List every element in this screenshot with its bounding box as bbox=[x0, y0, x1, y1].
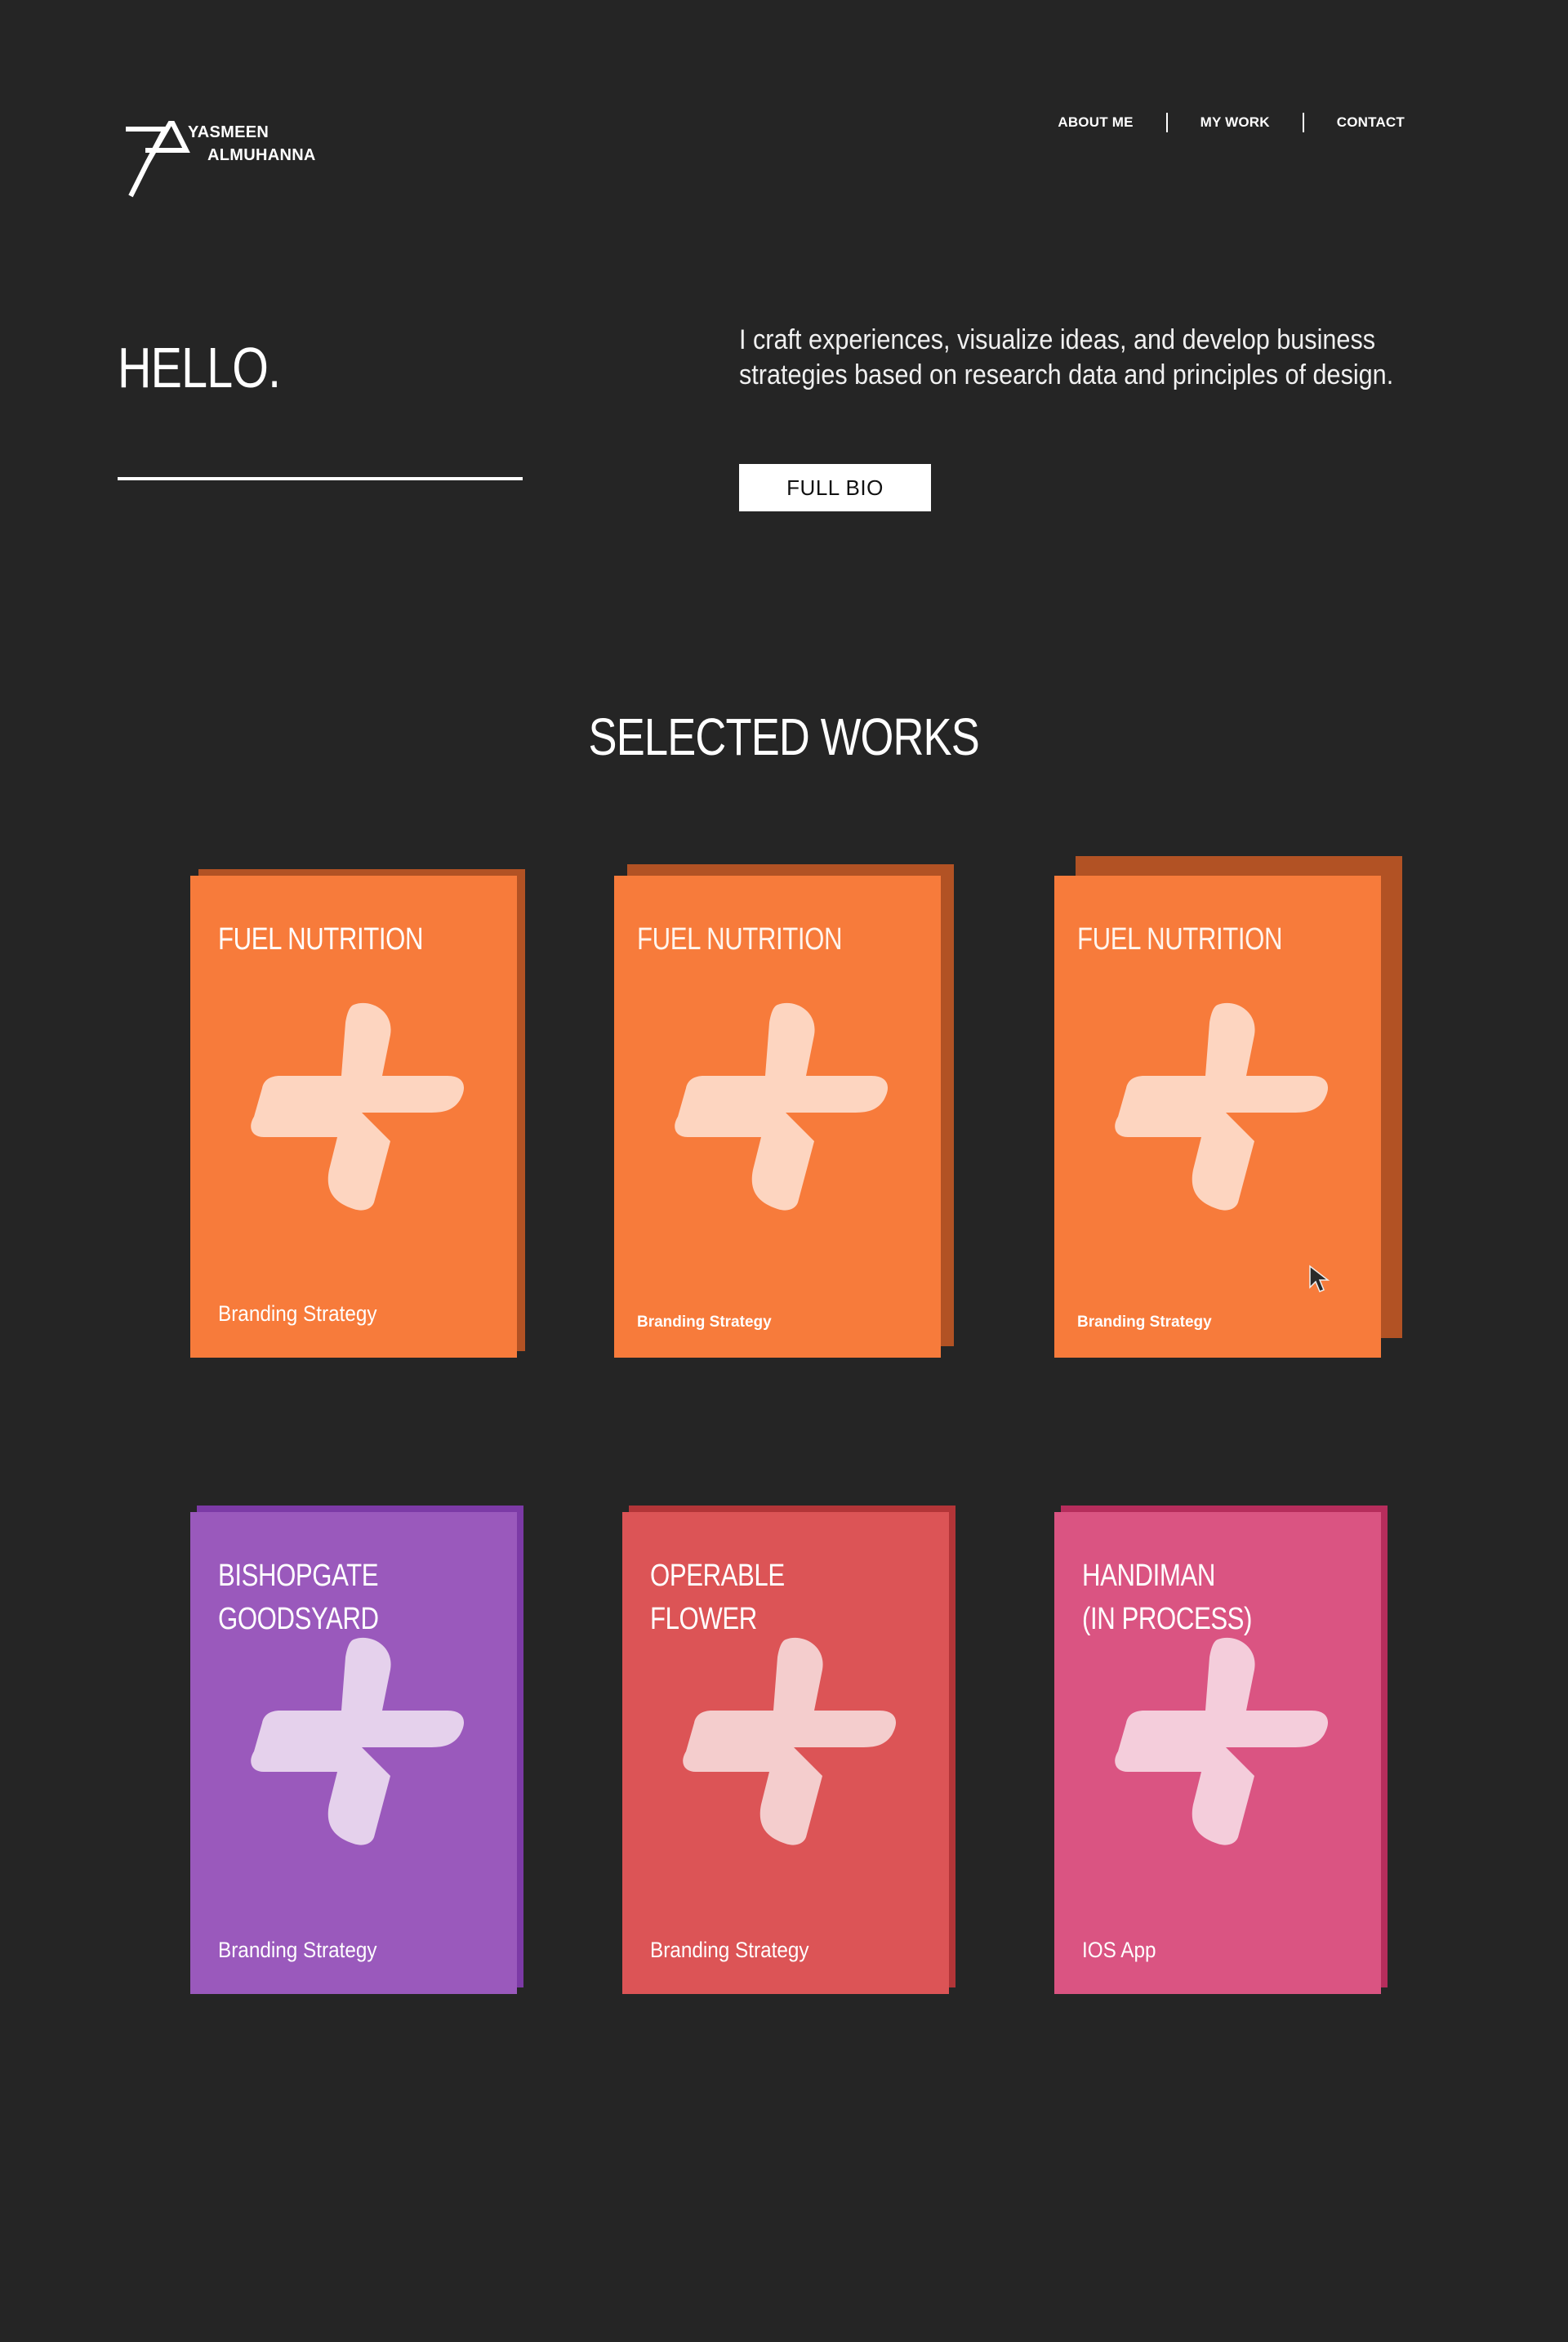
hero-divider bbox=[118, 477, 523, 480]
mouse-cursor-icon bbox=[1309, 1265, 1330, 1292]
section-title: SELECTED WORKS bbox=[0, 707, 1568, 767]
nav-contact[interactable]: CONTACT bbox=[1304, 113, 1405, 132]
logo-first-name: YASMEEN bbox=[188, 123, 270, 141]
hero-greeting: HELLO. bbox=[118, 336, 281, 399]
card-category: Branding Strategy bbox=[650, 1938, 809, 1962]
card-title: OPERABLE FLOWER bbox=[650, 1559, 785, 1636]
card-title: HANDIMAN (IN PROCESS) bbox=[1082, 1559, 1253, 1636]
logo-last-name: ALMUHANNA bbox=[207, 146, 316, 164]
card-category: IOS App bbox=[1082, 1938, 1156, 1962]
selected-works-heading: SELECTED WORKS bbox=[588, 707, 980, 766]
card-title: FUEL NUTRITION bbox=[637, 922, 843, 957]
card-category: Branding Strategy bbox=[218, 1938, 377, 1962]
card-face: HANDIMAN (IN PROCESS) IOS App bbox=[1054, 1512, 1381, 1994]
nav-about-me[interactable]: ABOUT ME bbox=[1025, 113, 1165, 132]
card-face: BISHOPGATE GOODSYARD Branding Strategy bbox=[190, 1512, 517, 1994]
full-bio-button[interactable]: FULL BIO bbox=[739, 464, 931, 511]
card-title: FUEL NUTRITION bbox=[218, 922, 424, 957]
main-nav: ABOUT ME MY WORK CONTACT bbox=[1025, 113, 1405, 132]
card-category: Branding Strategy bbox=[218, 1301, 377, 1326]
card-face: FUEL NUTRITION Branding Strategy bbox=[614, 876, 941, 1358]
card-face: FUEL NUTRITION Branding Strategy bbox=[1054, 876, 1381, 1358]
card-category: Branding Strategy bbox=[637, 1314, 772, 1331]
card-title: BISHOPGATE GOODSYARD bbox=[218, 1559, 379, 1636]
work-card-fuel-nutrition[interactable]: FUEL NUTRITION Branding Strategy bbox=[190, 869, 525, 1358]
hero-tagline: I craft experiences, visualize ideas, an… bbox=[739, 324, 1394, 390]
logo[interactable]: YASMEEN ALMUHANNA bbox=[122, 121, 327, 203]
plus-shape-icon bbox=[231, 1633, 468, 1845]
card-title: FUEL NUTRITION bbox=[1077, 922, 1283, 957]
card-face: OPERABLE FLOWER Branding Strategy bbox=[622, 1512, 949, 1994]
logo-name: YASMEEN ALMUHANNA bbox=[188, 121, 316, 167]
plus-shape-icon bbox=[231, 998, 468, 1211]
plus-shape-icon bbox=[1095, 1633, 1332, 1845]
work-card-bishopgate-goodsyard[interactable]: BISHOPGATE GOODSYARD Branding Strategy bbox=[190, 1506, 523, 1994]
card-face: FUEL NUTRITION Branding Strategy bbox=[190, 876, 517, 1358]
work-card-operable-flower[interactable]: OPERABLE FLOWER Branding Strategy bbox=[622, 1506, 956, 1994]
logo-mark-icon bbox=[126, 121, 190, 198]
work-card-handiman[interactable]: HANDIMAN (IN PROCESS) IOS App bbox=[1054, 1506, 1388, 1994]
plus-shape-icon bbox=[655, 998, 892, 1211]
work-card-fuel-nutrition[interactable]: FUEL NUTRITION Branding Strategy bbox=[614, 864, 954, 1358]
plus-shape-icon bbox=[663, 1633, 900, 1845]
plus-shape-icon bbox=[1095, 998, 1332, 1211]
card-category: Branding Strategy bbox=[1077, 1314, 1212, 1331]
work-card-fuel-nutrition[interactable]: FUEL NUTRITION Branding Strategy bbox=[1054, 856, 1402, 1358]
nav-my-work[interactable]: MY WORK bbox=[1168, 113, 1303, 132]
